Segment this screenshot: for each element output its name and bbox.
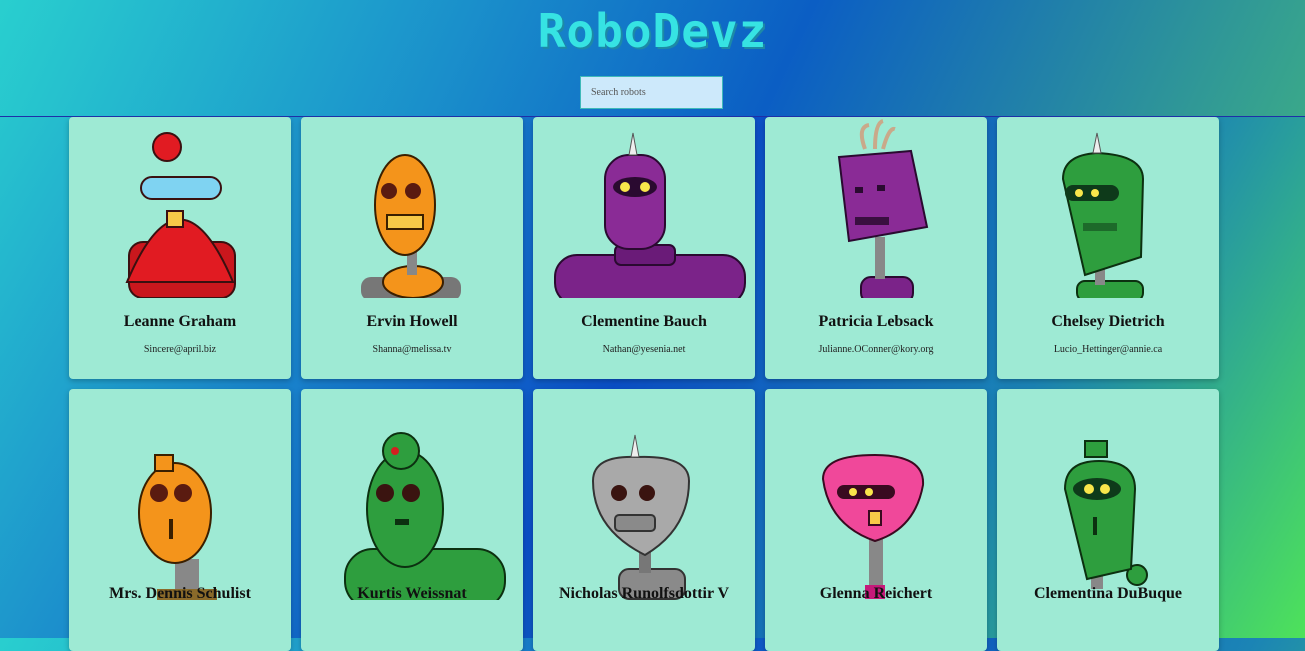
robot-card[interactable]: Mrs. Dennis Schulist <box>69 389 291 651</box>
robot-card[interactable]: Nicholas Runolfsdottir V <box>533 389 755 651</box>
robot-name: Leanne Graham <box>123 313 237 330</box>
robot-email: Shanna@melissa.tv <box>372 344 452 355</box>
robot-email: Nathan@yesenia.net <box>602 344 686 355</box>
robot-avatar <box>837 119 929 298</box>
app-header: RoboDevz <box>0 0 1305 117</box>
robot-email: Sincere@april.biz <box>143 344 217 355</box>
robot-card[interactable]: Glenna Reichert <box>765 389 987 651</box>
robot-card[interactable]: Leanne Graham Sincere@april.biz <box>69 117 291 379</box>
robot-card[interactable]: Patricia Lebsack Julianne.OConner@kory.o… <box>765 117 987 379</box>
robot-name: Clementina DuBuque <box>1033 585 1183 602</box>
robot-name: Clementine Bauch <box>581 313 707 330</box>
robot-name: Mrs. Dennis Schulist <box>109 585 251 602</box>
robot-email: Lucio_Hettinger@annie.ca <box>1053 344 1163 355</box>
robot-name: Glenna Reichert <box>819 585 933 602</box>
robot-avatar <box>591 434 691 600</box>
robot-card[interactable]: Kurtis Weissnat <box>301 389 523 651</box>
robot-card[interactable]: Clementine Bauch Nathan@yesenia.net <box>533 117 755 379</box>
robot-email: Julianne.OConner@kory.org <box>818 344 934 355</box>
robot-card[interactable]: Chelsey Dietrich Lucio_Hettinger@annie.c… <box>997 117 1219 379</box>
robot-avatar <box>361 154 461 298</box>
robot-avatar <box>1061 132 1145 298</box>
robot-avatar <box>138 454 217 600</box>
robot-name: Patricia Lebsack <box>818 313 934 330</box>
robot-avatar <box>1063 440 1148 589</box>
robot-name: Ervin Howell <box>366 313 458 330</box>
robot-avatar <box>821 453 925 599</box>
search-input[interactable] <box>580 76 723 109</box>
robot-name: Kurtis Weissnat <box>357 585 467 602</box>
robot-avatar <box>344 432 506 600</box>
robot-name: Nicholas Runolfsdottir V <box>558 585 730 602</box>
robot-avatar <box>125 132 236 298</box>
robot-avatar <box>554 132 746 298</box>
app-title: RoboDevz <box>537 4 768 58</box>
robot-card[interactable]: Clementina DuBuque <box>997 389 1219 651</box>
robot-name: Chelsey Dietrich <box>1051 313 1165 330</box>
robot-card[interactable]: Ervin Howell Shanna@melissa.tv <box>301 117 523 379</box>
